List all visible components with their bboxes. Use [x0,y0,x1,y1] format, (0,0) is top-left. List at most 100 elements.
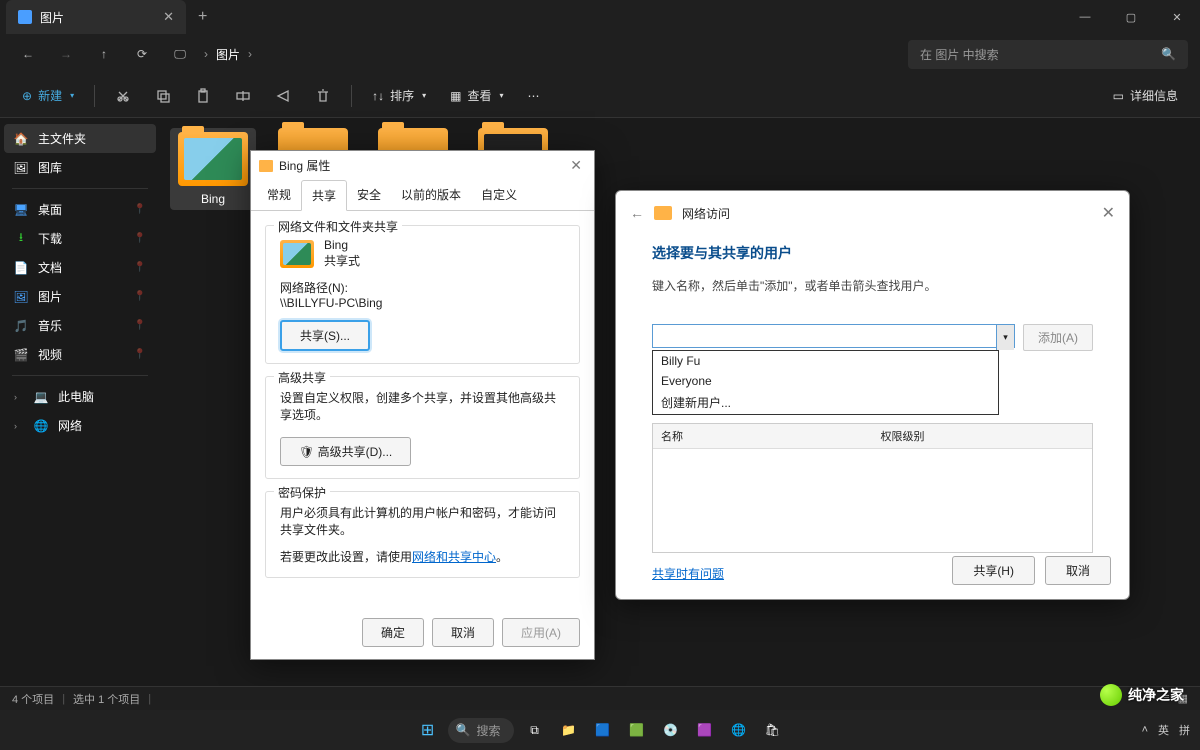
up-button[interactable]: ↑ [88,38,120,70]
share-button[interactable]: 共享(S)... [280,320,370,351]
more-button[interactable]: ⋯ [518,80,550,112]
search-placeholder: 在 图片 中搜索 [920,46,999,63]
password-change-line: 若要更改此设置，请使用网络和共享中心。 [280,548,565,565]
view-button[interactable]: ▦ 查看 ▾ [440,80,513,112]
add-button[interactable]: 添加(A) [1023,324,1093,351]
user-input[interactable] [652,324,1015,348]
close-button[interactable]: ✕ [566,157,586,174]
sidebar-item-downloads[interactable]: ⭳下载📍 [4,224,156,253]
maximize-button[interactable]: ▢ [1108,0,1154,34]
titlebar: 图片 ✕ + — ▢ ✕ [0,0,1200,34]
minimize-button[interactable]: — [1062,0,1108,34]
section-title: 高级共享 [274,369,330,386]
ok-button[interactable]: 确定 [362,618,424,647]
dropdown-option-billy[interactable]: Billy Fu [653,351,998,371]
store-icon[interactable]: 🛍 [758,716,786,744]
trouble-sharing-link[interactable]: 共享时有问题 [652,567,724,581]
desktop-icon: 🖥 [14,203,28,217]
user-combobox[interactable]: ▾ [652,324,1015,351]
dropdown-arrow-icon[interactable]: ▾ [996,325,1014,350]
taskbar-search[interactable]: 🔍搜索 [448,718,515,743]
sidebar-item-home[interactable]: 🏠主文件夹 [4,124,156,153]
cut-button[interactable] [105,80,141,112]
task-view-button[interactable]: ⧉ [520,716,548,744]
navbar: ← → ↑ ⟳ 🖵 › 图片 › 在 图片 中搜索 🔍 [0,34,1200,74]
delete-button[interactable] [305,80,341,112]
share-confirm-button[interactable]: 共享(H) [952,556,1035,585]
dropdown-option-create-user[interactable]: 创建新用户... [653,391,998,414]
sidebar-item-gallery[interactable]: 🖼图库 [4,153,156,182]
new-label: 新建 [38,87,62,104]
pin-icon: 📍 [134,349,146,360]
back-button[interactable]: ← [12,38,44,70]
ime-language[interactable]: 英 [1158,722,1169,738]
search-input[interactable]: 在 图片 中搜索 🔍 [908,40,1188,69]
sidebar-item-this-pc[interactable]: ›💻此电脑 [4,382,156,411]
tab-previous-versions[interactable]: 以前的版本 [391,180,471,210]
tab-security[interactable]: 安全 [347,180,391,210]
rename-icon [235,88,251,104]
system-tray[interactable]: ˄ 英 拼 [1142,722,1190,738]
selected-count: 选中 1 个项目 [73,691,140,707]
sidebar-item-music[interactable]: 🎵音乐📍 [4,311,156,340]
app-icon[interactable]: 💿 [656,716,684,744]
sidebar-item-documents[interactable]: 📄文档📍 [4,253,156,282]
password-info: 用户必须具有此计算机的用户帐户和密码，才能访问共享文件夹。 [280,504,565,538]
network-center-link[interactable]: 网络和共享中心 [412,550,496,564]
sidebar-item-pictures[interactable]: 🖼图片📍 [4,282,156,311]
advanced-share-button[interactable]: 🛡 高级共享(D)... [280,437,411,466]
tab-sharing[interactable]: 共享 [301,180,347,211]
edge-icon[interactable]: 🌐 [724,716,752,744]
sidebar-item-videos[interactable]: 🎬视频📍 [4,340,156,369]
delete-icon [315,88,331,104]
cut-icon [115,88,131,104]
tab-customize[interactable]: 自定义 [471,180,527,210]
dialog-titlebar[interactable]: Bing 属性 ✕ [251,151,594,180]
gallery-icon: 🖼 [14,161,28,175]
ime-mode[interactable]: 拼 [1179,722,1190,738]
close-button[interactable]: ✕ [1102,203,1115,223]
sidebar-item-desktop[interactable]: 🖥桌面📍 [4,195,156,224]
videos-icon: 🎬 [14,348,28,362]
details-pane-button[interactable]: ▭ 详细信息 [1103,80,1188,112]
network-icon: 🌐 [34,419,48,433]
new-tab-button[interactable]: + [186,8,219,26]
new-button[interactable]: ⊕ 新建 ▾ [12,80,84,112]
app-icon[interactable]: 🟦 [588,716,616,744]
share-button[interactable] [265,80,301,112]
column-name[interactable]: 名称 [653,424,873,448]
chevron-up-icon[interactable]: ˄ [1142,724,1148,736]
dropdown-option-everyone[interactable]: Everyone [653,371,998,391]
apply-button[interactable]: 应用(A) [502,618,580,647]
cancel-button[interactable]: 取消 [432,618,494,647]
explorer-taskbar-icon[interactable]: 📁 [554,716,582,744]
folder-bing[interactable]: Bing [170,128,256,210]
sidebar-label: 文档 [38,259,62,276]
cancel-button[interactable]: 取消 [1045,556,1111,585]
start-button[interactable]: ⊞ [414,716,442,744]
properties-dialog: Bing 属性 ✕ 常规 共享 安全 以前的版本 自定义 网络文件和文件夹共享 … [250,150,595,660]
app-icon[interactable]: 🟪 [690,716,718,744]
sort-icon: ↑↓ [372,89,384,103]
rename-button[interactable] [225,80,261,112]
close-window-button[interactable]: ✕ [1154,0,1200,34]
paste-button[interactable] [185,80,221,112]
window-tab[interactable]: 图片 ✕ [6,0,186,34]
sidebar-item-network[interactable]: ›🌐网络 [4,411,156,440]
watermark-logo-icon [1100,684,1122,706]
monitor-icon[interactable]: 🖵 [164,38,196,70]
sidebar-label: 下载 [38,230,62,247]
password-protection-section: 密码保护 用户必须具有此计算机的用户帐户和密码，才能访问共享文件夹。 若要更改此… [265,491,580,578]
column-permission[interactable]: 权限级别 [873,424,1093,448]
tab-general[interactable]: 常规 [257,180,301,210]
shield-icon: 🛡 [299,445,314,459]
separator [351,85,352,107]
sort-button[interactable]: ↑↓ 排序 ▾ [362,80,436,112]
breadcrumb-current[interactable]: 图片 [216,46,240,63]
app-icon[interactable]: 🟩 [622,716,650,744]
refresh-button[interactable]: ⟳ [126,38,158,70]
forward-button[interactable]: → [50,38,82,70]
back-button[interactable]: ← [630,205,644,221]
close-tab-icon[interactable]: ✕ [163,9,174,25]
copy-button[interactable] [145,80,181,112]
